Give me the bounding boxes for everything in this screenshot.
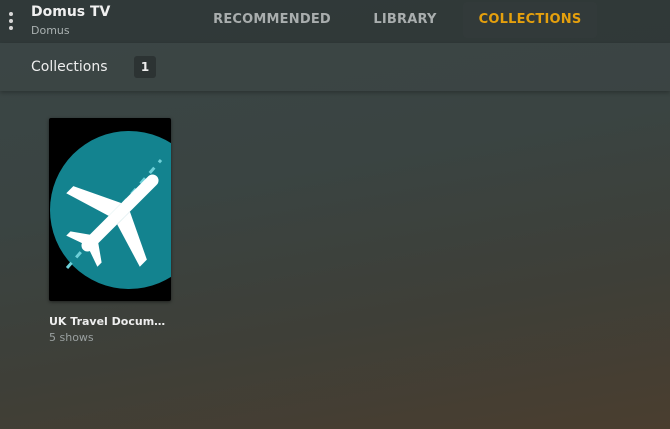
collection-poster[interactable] bbox=[49, 118, 171, 301]
top-bar: Domus TV Domus RECOMMENDED LIBRARY COLLE… bbox=[0, 0, 670, 43]
collection-count-badge: 1 bbox=[134, 56, 156, 78]
tab-bar: RECOMMENDED LIBRARY COLLECTIONS bbox=[0, 0, 670, 43]
collection-subtitle: 5 shows bbox=[49, 331, 94, 344]
tab-recommended[interactable]: RECOMMENDED bbox=[205, 2, 339, 38]
section-header: Collections 1 bbox=[0, 43, 670, 91]
collection-title[interactable]: UK Travel Docume... bbox=[49, 315, 171, 328]
tab-collections[interactable]: COLLECTIONS bbox=[463, 2, 597, 38]
collection-card[interactable]: UK Travel Docume... 5 shows bbox=[49, 118, 171, 344]
tab-library[interactable]: LIBRARY bbox=[362, 2, 448, 38]
airplane-icon bbox=[50, 131, 171, 289]
section-title: Collections bbox=[31, 59, 108, 75]
